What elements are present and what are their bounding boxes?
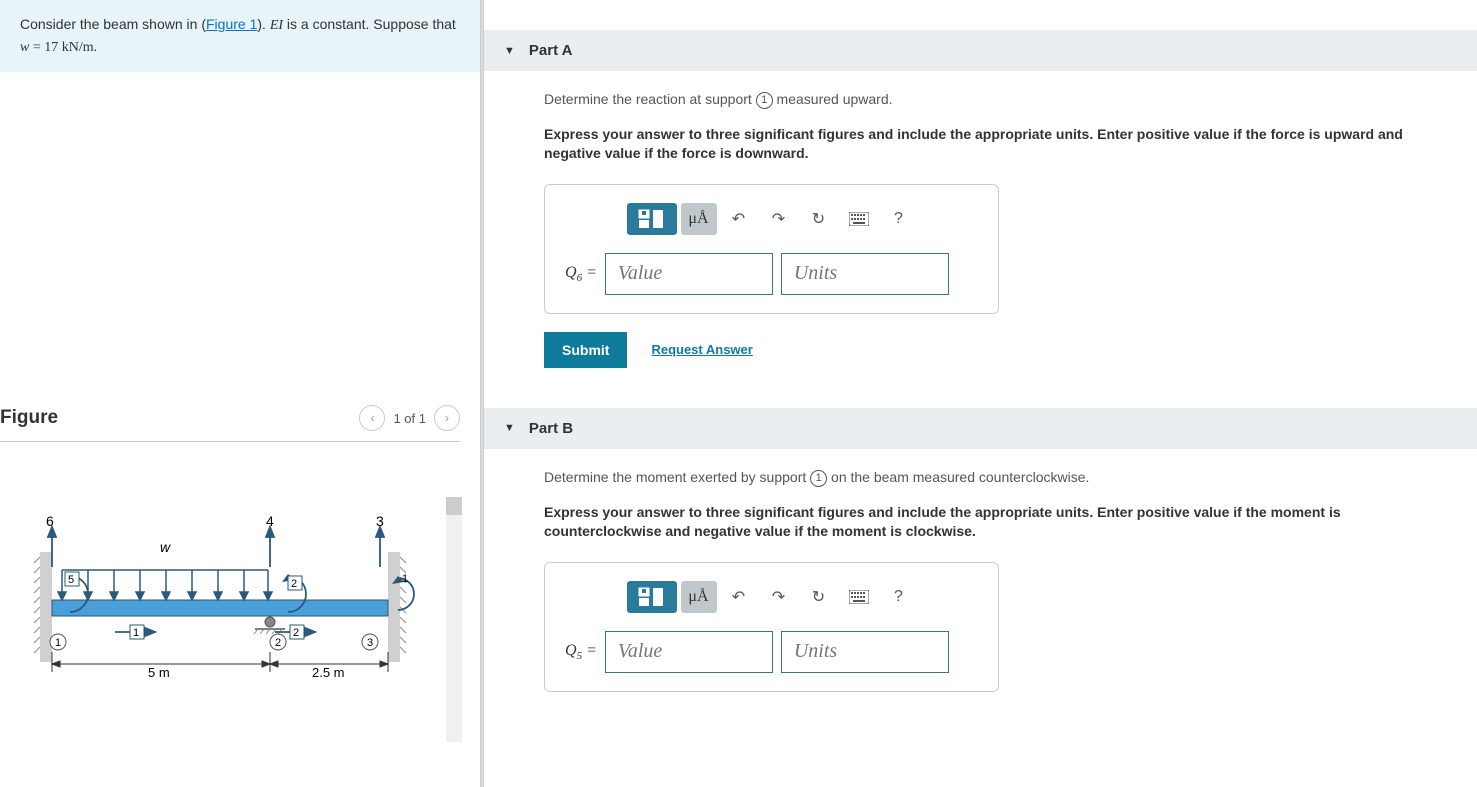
label-4: 4 xyxy=(266,513,274,529)
w-eq: = 17 kN/m. xyxy=(29,40,97,55)
part-a-input-row: Q6 = xyxy=(565,253,978,295)
label-3: 3 xyxy=(376,513,384,529)
part-b-var-label: Q5 = xyxy=(565,642,597,662)
part-a-question: Determine the reaction at support 1 meas… xyxy=(544,91,1447,109)
special-chars-button[interactable]: μÅ xyxy=(681,203,717,235)
part-a-answer-box: μÅ ↶ ↷ ↻ ? Q6 = xyxy=(544,184,999,314)
figure-header: Figure ‹ 1 of 1 › xyxy=(0,405,460,442)
part-a-units-input[interactable] xyxy=(781,253,949,295)
part-a-instruction: Express your answer to three significant… xyxy=(544,125,1447,164)
support-1: 1 xyxy=(55,637,61,649)
w-var: w xyxy=(20,40,29,55)
figure-title: Figure xyxy=(0,407,58,429)
problem-text-2: ). xyxy=(257,16,269,32)
keyboard-button[interactable] xyxy=(841,203,877,235)
label-1r: 1 xyxy=(402,573,408,585)
label-6: 6 xyxy=(46,513,54,529)
circled-1: 1 xyxy=(756,92,773,109)
figure-link[interactable]: Figure 1 xyxy=(206,16,257,32)
redo-button[interactable]: ↷ xyxy=(761,203,797,235)
dim-1: 5 m xyxy=(148,665,170,680)
label-5: 5 xyxy=(68,574,74,586)
part-a-header[interactable]: ▼ Part A xyxy=(484,30,1477,71)
problem-statement: Consider the beam shown in (Figure 1). E… xyxy=(0,0,480,72)
part-a-toolbar: μÅ ↶ ↷ ↻ ? xyxy=(565,203,978,235)
figure-next-button[interactable]: › xyxy=(434,405,460,431)
templates-button[interactable] xyxy=(627,203,677,235)
part-b-instruction: Express your answer to three significant… xyxy=(544,503,1447,542)
part-a-var-label: Q6 = xyxy=(565,264,597,284)
dim-2: 2.5 m xyxy=(312,665,345,680)
right-panel: ▼ Part A Determine the reaction at suppo… xyxy=(484,0,1477,787)
collapse-icon: ▼ xyxy=(504,45,515,57)
reset-button[interactable]: ↻ xyxy=(801,203,837,235)
label-w: w xyxy=(160,539,171,555)
part-b-answer-box: μÅ ↶ ↷ ↻ ? Q5 = xyxy=(544,562,999,692)
figure-scrollbar[interactable] xyxy=(446,497,462,742)
part-b-input-row: Q5 = xyxy=(565,631,978,673)
support-3: 3 xyxy=(367,637,373,649)
label-2h: 2 xyxy=(293,627,299,639)
circled-1b: 1 xyxy=(810,470,827,487)
part-a-body: Determine the reaction at support 1 meas… xyxy=(484,71,1477,378)
templates-button-b[interactable] xyxy=(627,581,677,613)
part-b-value-input[interactable] xyxy=(605,631,773,673)
support-2: 2 xyxy=(275,637,281,649)
figure-nav: ‹ 1 of 1 › xyxy=(359,405,460,431)
undo-button[interactable]: ↶ xyxy=(721,203,757,235)
part-a-submit-row: Submit Request Answer xyxy=(544,332,1447,368)
figure-image: 6 4 3 w 5 2 1 1 2 1 2 3 xyxy=(0,482,460,742)
collapse-icon: ▼ xyxy=(504,422,515,434)
beam-diagram: 6 4 3 w 5 2 1 1 2 1 2 3 xyxy=(30,482,430,742)
undo-button-b[interactable]: ↶ xyxy=(721,581,757,613)
submit-button[interactable]: Submit xyxy=(544,332,627,368)
part-b-body: Determine the moment exerted by support … xyxy=(484,449,1477,702)
problem-text-1: Consider the beam shown in ( xyxy=(20,16,206,32)
help-button-b[interactable]: ? xyxy=(881,581,917,613)
part-b-units-input[interactable] xyxy=(781,631,949,673)
label-2f: 2 xyxy=(291,578,297,590)
part-a-title: Part A xyxy=(529,42,573,59)
reset-button-b[interactable]: ↻ xyxy=(801,581,837,613)
part-b-header[interactable]: ▼ Part B xyxy=(484,408,1477,449)
figure-count: 1 of 1 xyxy=(393,411,426,426)
part-a-value-input[interactable] xyxy=(605,253,773,295)
figure-prev-button[interactable]: ‹ xyxy=(359,405,385,431)
help-button[interactable]: ? xyxy=(881,203,917,235)
part-b-title: Part B xyxy=(529,420,573,437)
left-panel: Consider the beam shown in (Figure 1). E… xyxy=(0,0,480,787)
label-1h: 1 xyxy=(133,627,139,639)
part-a-section: ▼ Part A Determine the reaction at suppo… xyxy=(484,30,1477,378)
part-b-section: ▼ Part B Determine the moment exerted by… xyxy=(484,408,1477,702)
keyboard-button-b[interactable] xyxy=(841,581,877,613)
request-answer-link[interactable]: Request Answer xyxy=(651,342,752,357)
part-b-toolbar: μÅ ↶ ↷ ↻ ? xyxy=(565,581,978,613)
ei-var: EI xyxy=(270,18,283,33)
special-chars-button-b[interactable]: μÅ xyxy=(681,581,717,613)
part-b-question: Determine the moment exerted by support … xyxy=(544,469,1447,487)
problem-text-3: is a constant. Suppose that xyxy=(283,16,456,32)
redo-button-b[interactable]: ↷ xyxy=(761,581,797,613)
figure-section: Figure ‹ 1 of 1 › xyxy=(0,405,460,742)
